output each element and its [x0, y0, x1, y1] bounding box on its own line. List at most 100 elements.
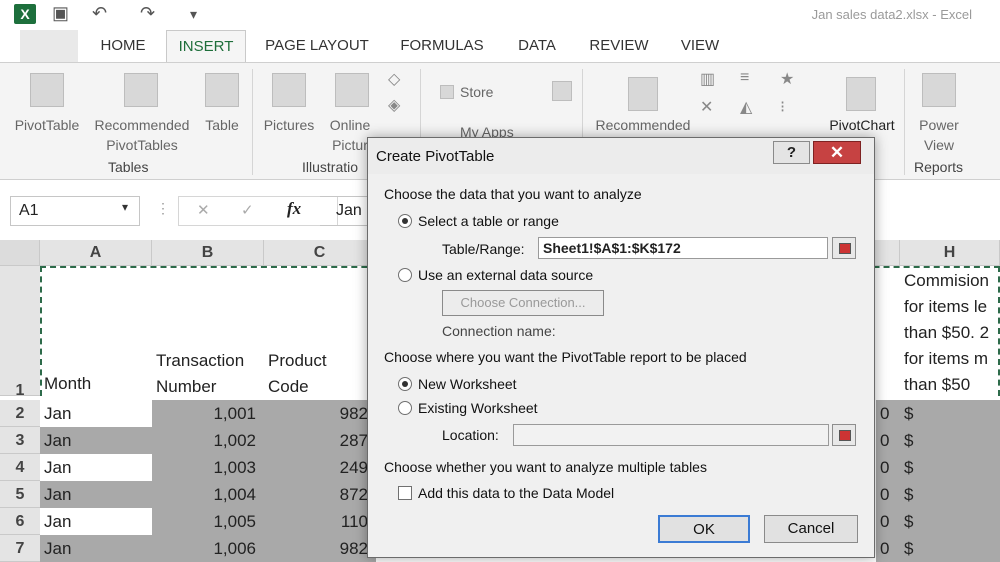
cell-transaction[interactable]: 1,003 — [152, 454, 264, 481]
scatter-chart-icon[interactable]: ⁝ — [780, 97, 785, 117]
file-tab[interactable] — [20, 30, 78, 62]
cell-g[interactable]: 0 — [876, 481, 900, 508]
cell-g[interactable]: 0 — [876, 508, 900, 535]
cell-month[interactable]: Jan — [40, 400, 152, 427]
label-existing-worksheet[interactable]: Existing Worksheet — [418, 400, 538, 416]
name-box[interactable]: A1 — [10, 196, 140, 226]
column-header-h[interactable]: H — [900, 240, 1000, 266]
data-model-checkbox[interactable] — [398, 486, 412, 500]
cell-product[interactable]: 110 — [264, 508, 376, 535]
range-picker-icon[interactable] — [832, 237, 856, 259]
label-add-data-model[interactable]: Add this data to the Data Model — [418, 485, 614, 501]
shapes-icon[interactable]: ◇ — [388, 69, 400, 89]
smartart-icon[interactable]: ◈ — [388, 95, 400, 115]
cell-a1[interactable]: Month — [40, 372, 152, 396]
recommended-charts-button[interactable]: Recommended — [588, 115, 698, 135]
cell-product[interactable]: 982 — [264, 535, 376, 562]
area-chart-icon[interactable]: ◭ — [740, 97, 752, 117]
cell-b1[interactable]: Transaction Number — [152, 348, 264, 400]
location-picker-icon[interactable] — [832, 424, 856, 446]
row-header-5[interactable]: 5 — [0, 481, 40, 508]
cell-g[interactable]: 0 — [876, 535, 900, 562]
table-button[interactable]: Table — [198, 115, 246, 135]
recommended-pivottables-button[interactable]: Recommended PivotTables — [88, 115, 196, 155]
cell-g[interactable]: 0 — [876, 454, 900, 481]
cell-commission[interactable]: $ — [900, 454, 1000, 481]
cell-product[interactable]: 249 — [264, 454, 376, 481]
cell-h1[interactable]: Commision for items le than $50. 2 for i… — [900, 268, 1000, 398]
label-new-worksheet[interactable]: New Worksheet — [418, 376, 517, 392]
name-box-dropdown-icon[interactable]: ▾ — [122, 200, 128, 214]
row-header-1[interactable]: 1 — [0, 266, 40, 399]
cell-commission[interactable]: $ — [900, 427, 1000, 454]
cell-month[interactable]: Jan — [40, 535, 152, 562]
cancel-button[interactable]: Cancel — [764, 515, 858, 543]
cell-product[interactable]: 982 — [264, 400, 376, 427]
cell-transaction[interactable]: 1,002 — [152, 427, 264, 454]
tab-home[interactable]: HOME — [92, 30, 154, 62]
enter-icon[interactable]: ✓ — [241, 201, 254, 219]
cell-product[interactable]: 287 — [264, 427, 376, 454]
row-header-3[interactable]: 3 — [0, 427, 40, 454]
cell-month[interactable]: Jan — [40, 508, 152, 535]
star-chart-icon[interactable]: ★ — [780, 69, 794, 89]
cancel-icon[interactable]: ✕ — [197, 201, 210, 219]
cell-commission[interactable]: $ — [900, 508, 1000, 535]
column-chart-icon[interactable]: ▥ — [700, 69, 715, 89]
label-select-table[interactable]: Select a table or range — [418, 213, 559, 229]
help-button[interactable]: ? — [773, 141, 810, 164]
close-button[interactable]: ✕ — [813, 141, 861, 164]
tab-page-layout[interactable]: PAGE LAYOUT — [258, 30, 376, 62]
tab-review[interactable]: REVIEW — [582, 30, 656, 62]
cell-month[interactable]: Jan — [40, 454, 152, 481]
cell-month[interactable]: Jan — [40, 427, 152, 454]
column-header-b[interactable]: B — [152, 240, 264, 266]
cell-commission[interactable]: $ — [900, 400, 1000, 427]
cell-month[interactable]: Jan — [40, 481, 152, 508]
cell-commission[interactable]: $ — [900, 481, 1000, 508]
label-external-source[interactable]: Use an external data source — [418, 267, 593, 283]
power-view-button[interactable]: Power View — [910, 115, 968, 155]
cell-transaction[interactable]: 1,005 — [152, 508, 264, 535]
cell-product[interactable]: 872 — [264, 481, 376, 508]
cell-transaction[interactable]: 1,004 — [152, 481, 264, 508]
column-header-a[interactable]: A — [40, 240, 152, 266]
redo-icon[interactable]: ↷ — [140, 3, 155, 24]
insert-function-icon[interactable]: fx — [287, 199, 301, 219]
save-icon[interactable]: ▣ — [52, 3, 69, 24]
row-header-4[interactable]: 4 — [0, 454, 40, 481]
pivottable-button[interactable]: PivotTable — [10, 115, 84, 135]
pivotchart-button[interactable]: PivotChart — [824, 115, 900, 135]
ok-button[interactable]: OK — [658, 515, 750, 543]
bing-maps-icon[interactable] — [552, 81, 572, 101]
row-header-6[interactable]: 6 — [0, 508, 40, 535]
bar-chart-icon[interactable]: ≡ — [740, 69, 749, 87]
table-range-input[interactable]: Sheet1!$A$1:$K$172 — [538, 237, 828, 259]
store-button[interactable]: Store — [460, 82, 493, 102]
tab-view[interactable]: VIEW — [672, 30, 728, 62]
cell-commission[interactable]: $ — [900, 535, 1000, 562]
cell-g[interactable]: 0 — [876, 400, 900, 427]
tab-insert[interactable]: INSERT — [166, 30, 246, 62]
radio-select-table[interactable] — [398, 214, 412, 228]
choose-connection-button[interactable]: Choose Connection... — [442, 290, 604, 316]
cell-transaction[interactable]: 1,001 — [152, 400, 264, 427]
quick-access-customize-icon[interactable]: ▾ — [190, 6, 197, 23]
row-header-7[interactable]: 7 — [0, 535, 40, 562]
select-all-corner[interactable] — [0, 240, 40, 266]
column-header-c[interactable]: C — [264, 240, 376, 266]
radio-external-source[interactable] — [398, 268, 412, 282]
radio-existing-worksheet[interactable] — [398, 401, 412, 415]
line-chart-icon[interactable]: ✕ — [700, 97, 713, 117]
cell-c1[interactable]: Product Code — [264, 348, 376, 400]
radio-new-worksheet[interactable] — [398, 377, 412, 391]
pictures-button[interactable]: Pictures — [258, 115, 320, 135]
tab-formulas[interactable]: FORMULAS — [392, 30, 492, 62]
cell-g[interactable]: 0 — [876, 427, 900, 454]
tab-data[interactable]: DATA — [508, 30, 566, 62]
location-input[interactable] — [513, 424, 829, 446]
section-multiple-tables: Choose whether you want to analyze multi… — [384, 459, 707, 475]
undo-icon[interactable]: ↶ — [92, 3, 107, 24]
cell-transaction[interactable]: 1,006 — [152, 535, 264, 562]
row-header-2[interactable]: 2 — [0, 400, 40, 427]
